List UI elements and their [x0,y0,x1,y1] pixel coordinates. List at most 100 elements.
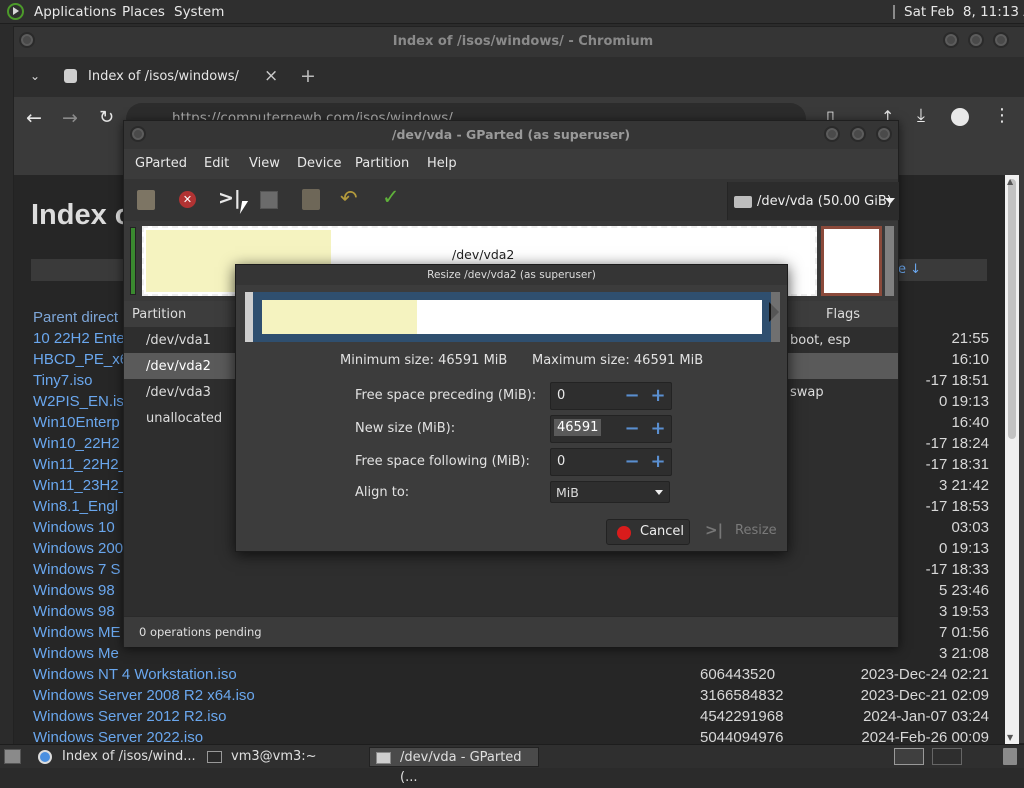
resizer-partition-bar [262,300,762,334]
scroll-up-arrow-icon[interactable]: ▲ [1007,177,1013,186]
file-link[interactable]: Parent direct [33,309,118,326]
partition-name: /dev/vda3 [146,385,211,400]
file-link[interactable]: 10 22H2 Ente [33,330,125,347]
resize-icon: >| [705,521,724,539]
file-link[interactable]: Windows 98 [33,582,115,599]
partition-map-unallocated[interactable] [885,226,894,296]
increment-icon[interactable]: + [649,420,667,438]
tab-search-chevron-icon[interactable]: ⌄ [30,69,40,83]
file-link[interactable]: Windows Server 2012 R2.iso [33,708,226,725]
close-tab-icon[interactable]: × [264,66,278,86]
undo-icon[interactable]: ↶ [340,186,358,210]
file-link[interactable]: Win11_23H2_ [33,477,127,494]
menu-gparted[interactable]: GParted [135,156,187,171]
col-flags-header[interactable]: Flags [826,307,860,322]
window-menu-button[interactable] [19,32,35,48]
file-link[interactable]: Windows 200 [33,540,123,557]
col-partition-header[interactable]: Partition [132,307,186,322]
reload-icon[interactable]: ↻ [99,107,114,128]
partition-map-vda1[interactable] [130,227,136,295]
partition-name: /dev/vda2 [146,359,211,374]
forward-icon[interactable]: → [62,107,78,129]
menu-partition[interactable]: Partition [355,156,409,171]
decrement-icon[interactable]: − [623,453,641,471]
chevron-down-icon [885,198,895,204]
system-menu[interactable]: System [174,4,224,20]
gparted-window-menu-button[interactable] [130,126,146,142]
sort-indicator[interactable]: e ↓ [898,262,921,277]
gparted-close-button[interactable] [876,126,892,142]
device-selector[interactable]: /dev/vda (50.00 GiB) [727,182,899,220]
profile-icon[interactable] [951,108,969,126]
menu-device[interactable]: Device [297,156,341,171]
partition-map-vda3[interactable] [821,226,882,296]
file-link[interactable]: Windows Server 2008 R2 x64.iso [33,687,255,704]
file-link[interactable]: Windows 7 S [33,561,121,578]
menu-help[interactable]: Help [427,156,457,171]
new-size-input[interactable]: 46591 [554,419,602,436]
paste-icon[interactable] [302,189,320,210]
file-link[interactable]: Win11_22H2_ [33,456,127,473]
taskbar-item-chromium[interactable]: Index of /isos/wind... [32,747,196,767]
file-link[interactable]: Tiny7.iso [33,372,92,389]
file-link[interactable]: HBCD_PE_x6 [33,351,128,368]
free-preceding-spinner: 0 − + [550,382,672,410]
file-link[interactable]: Win10_22H2 [33,435,120,452]
resize-move-icon[interactable]: >| [218,187,241,209]
new-partition-icon[interactable] [137,190,155,210]
free-preceding-input[interactable]: 0 [557,388,565,403]
gparted-minimize-button[interactable] [824,126,840,142]
free-following-label: Free space following (MiB): [355,454,530,469]
apply-icon[interactable]: ✓ [382,185,400,209]
partition-resizer[interactable] [253,292,771,342]
file-link[interactable]: Windows Me [33,645,119,662]
partition-map-label: /dev/vda2 [452,247,515,262]
taskbar-item-gparted[interactable]: /dev/vda - GParted (... [369,747,539,785]
decrement-icon[interactable]: − [623,387,641,405]
scrollbar-thumb[interactable] [1008,179,1016,439]
taskbar-item-terminal[interactable]: vm3@vm3:~ [201,747,365,767]
cancel-button[interactable]: Cancel [606,519,690,545]
workspace-2[interactable] [932,748,962,765]
increment-icon[interactable]: + [649,453,667,471]
mouse-cursor-icon [239,201,249,214]
gparted-maximize-button[interactable] [850,126,866,142]
file-link[interactable]: Windows 10 [33,519,115,536]
partition-flags: boot, esp [790,333,851,348]
file-link[interactable]: W2PIS_EN.iso [33,393,132,410]
decrement-icon[interactable]: − [623,420,641,438]
scroll-down-arrow-icon[interactable]: ▼ [1007,733,1013,742]
file-size: 3166584832 [700,687,784,704]
disk-icon [734,196,752,208]
show-desktop-icon[interactable] [4,749,21,764]
download-icon[interactable]: ⤓ [917,105,925,126]
menu-edit[interactable]: Edit [204,156,229,171]
browser-tab[interactable]: Index of /isos/windows/ × [54,61,292,95]
new-size-label: New size (MiB): [355,421,456,436]
workspace-switcher[interactable] [894,748,924,765]
menu-view[interactable]: View [249,156,280,171]
more-menu-icon[interactable]: ⋮ [993,105,1011,126]
file-link[interactable]: Win8.1_Engl [33,498,118,515]
resizer-right-handle[interactable] [771,292,780,342]
resize-button[interactable]: >| Resize [698,519,780,545]
align-to-select[interactable]: MiB [550,481,670,503]
new-tab-button[interactable]: + [300,65,316,87]
file-link[interactable]: Windows 98 [33,603,115,620]
file-link[interactable]: Windows ME [33,624,121,641]
clock[interactable]: Sat Feb 8, 11:13 AM [904,4,1024,20]
resizer-left-handle[interactable] [245,292,253,342]
copy-icon[interactable] [260,191,278,209]
back-icon[interactable]: ← [26,107,42,129]
file-link[interactable]: Win10Enterp [33,414,120,431]
applications-menu[interactable]: Applications [34,4,116,20]
places-menu[interactable]: Places [122,4,165,20]
increment-icon[interactable]: + [649,387,667,405]
minimize-button[interactable] [943,32,959,48]
close-button[interactable] [993,32,1009,48]
free-following-input[interactable]: 0 [557,454,565,469]
delete-partition-icon[interactable]: ✕ [179,191,196,208]
trash-icon[interactable] [1003,748,1017,765]
file-link[interactable]: Windows NT 4 Workstation.iso [33,666,237,683]
maximize-button[interactable] [968,32,984,48]
